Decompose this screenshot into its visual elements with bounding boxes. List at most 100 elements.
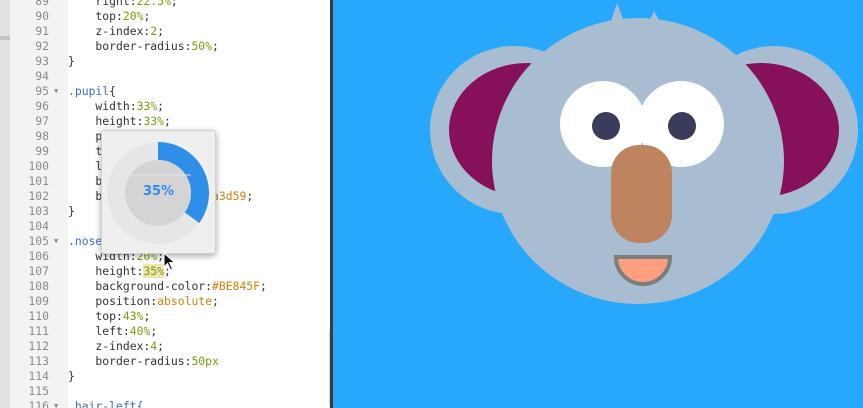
line-number: 95 — [35, 84, 49, 98]
code-token: height: — [68, 114, 144, 128]
code-token: absolute — [157, 294, 213, 308]
code-text: z-index:2; — [68, 24, 164, 39]
koala-pupil-left — [592, 112, 620, 140]
fold-arrow-icon[interactable]: ▼ — [54, 84, 58, 99]
code-token: ; — [157, 339, 165, 353]
line-number: 102 — [28, 189, 49, 203]
code-token: ; — [260, 279, 267, 293]
line-number: 97 — [35, 114, 49, 128]
code-line[interactable]: 114} — [10, 369, 330, 384]
code-token: top: — [68, 9, 123, 23]
code-text: l — [68, 159, 102, 174]
code-line[interactable]: 116 ▼ .hair-left{ — [10, 399, 330, 408]
line-number: 107 — [28, 264, 49, 278]
code-text: height:35%; — [68, 264, 171, 279]
fold-arrow-icon[interactable]: ▼ — [54, 234, 58, 249]
line-number: 92 — [35, 39, 49, 53]
code-text: .nose — [68, 234, 102, 249]
code-text: } — [68, 204, 75, 219]
code-line[interactable]: 97 height:33%; — [10, 114, 330, 129]
mouse-pointer-icon — [163, 252, 176, 271]
code-token: right: — [68, 0, 137, 8]
line-number: 114 — [28, 369, 49, 383]
code-text: left:40%; — [68, 324, 157, 339]
code-token: border-radius: — [68, 354, 192, 368]
code-token: 33% — [143, 114, 165, 128]
panel-handle[interactable] — [0, 36, 10, 40]
fold-arrow-icon[interactable]: ▼ — [54, 399, 58, 408]
code-line[interactable]: 111 left:40%; — [10, 324, 330, 339]
percentage-slider-popup[interactable]: 35% — [101, 130, 216, 254]
code-text: } — [68, 54, 75, 69]
code-line[interactable]: 110 top:43%; — [10, 309, 330, 324]
code-token: 50px — [191, 354, 219, 368]
code-token: } — [68, 369, 75, 383]
line-number: 96 — [35, 99, 49, 113]
code-token: 22.5% — [136, 0, 171, 8]
line-number: 112 — [28, 339, 49, 353]
code-token: top: — [68, 309, 123, 323]
code-token: left: — [68, 324, 130, 338]
code-token: .nose — [68, 234, 103, 248]
code-text: width:33%; — [68, 99, 164, 114]
code-line[interactable]: 96 width:33%; — [10, 99, 330, 114]
line-number: 105 — [28, 234, 49, 248]
line-number: 99 — [35, 144, 49, 158]
code-line[interactable]: 112 z-index:4; — [10, 339, 330, 354]
code-token: ; — [143, 9, 151, 23]
line-number: 100 — [28, 159, 49, 173]
code-text: .pupil{ — [68, 84, 116, 99]
line-number: 104 — [28, 219, 49, 233]
live-preview-pane — [333, 0, 863, 408]
code-text: height:33%; — [68, 114, 170, 129]
code-token: ; — [157, 99, 165, 113]
line-number: 103 — [28, 204, 49, 218]
code-token: height: — [68, 264, 144, 278]
code-token: { — [109, 84, 117, 98]
code-token: 20% — [122, 9, 144, 23]
code-line[interactable]: 95 ▼ .pupil{ — [10, 84, 330, 99]
code-token: } — [68, 204, 75, 218]
code-token: 35% — [143, 264, 165, 278]
koala-pupil-right — [668, 112, 696, 140]
code-line[interactable]: 109 position:absolute; — [10, 294, 330, 309]
code-token: b — [68, 189, 103, 203]
line-number: 101 — [28, 174, 49, 188]
code-line[interactable]: 93} — [10, 54, 330, 69]
code-token: ; — [150, 324, 158, 338]
line-number: 106 — [28, 249, 49, 263]
koala-illustration — [430, 3, 858, 304]
code-token: 50% — [191, 39, 213, 53]
koala-nose — [611, 145, 672, 243]
code-line[interactable]: 94 — [10, 69, 330, 84]
code-text: .hair-left{ — [68, 399, 143, 408]
code-token: ; — [212, 39, 219, 53]
code-token: z-index: — [68, 339, 151, 353]
code-token: z-index: — [68, 24, 151, 38]
code-token: b — [68, 174, 103, 188]
left-edge-panel — [0, 0, 10, 408]
code-token: border-radius: — [68, 39, 192, 53]
code-line[interactable]: 115 — [10, 384, 330, 399]
code-line[interactable]: 90 top:20%; — [10, 9, 330, 24]
code-token: ; — [143, 309, 151, 323]
code-line[interactable]: 92 border-radius:50%; — [10, 39, 330, 54]
code-line[interactable]: 113 border-radius:50px — [10, 354, 330, 369]
code-token: 33% — [136, 99, 158, 113]
code-token: .hair-left{ — [68, 399, 144, 408]
line-number: 109 — [28, 294, 49, 308]
line-number: 111 — [28, 324, 49, 338]
code-line[interactable]: 108 background-color:#BE845F; — [10, 279, 330, 294]
code-line[interactable]: 89 right:22.5%; — [10, 0, 330, 9]
line-number: 90 — [35, 9, 49, 23]
code-token: } — [68, 54, 75, 68]
code-text: z-index:4; — [68, 339, 164, 354]
code-text: top:43%; — [68, 309, 150, 324]
code-text: position:absolute; — [68, 294, 218, 309]
line-number: 93 — [35, 54, 49, 68]
code-line[interactable]: 91 z-index:2; — [10, 24, 330, 39]
line-number: 94 — [35, 69, 49, 83]
code-token: ; — [246, 189, 254, 203]
code-token: 40% — [129, 324, 151, 338]
line-number: 91 — [35, 24, 49, 38]
